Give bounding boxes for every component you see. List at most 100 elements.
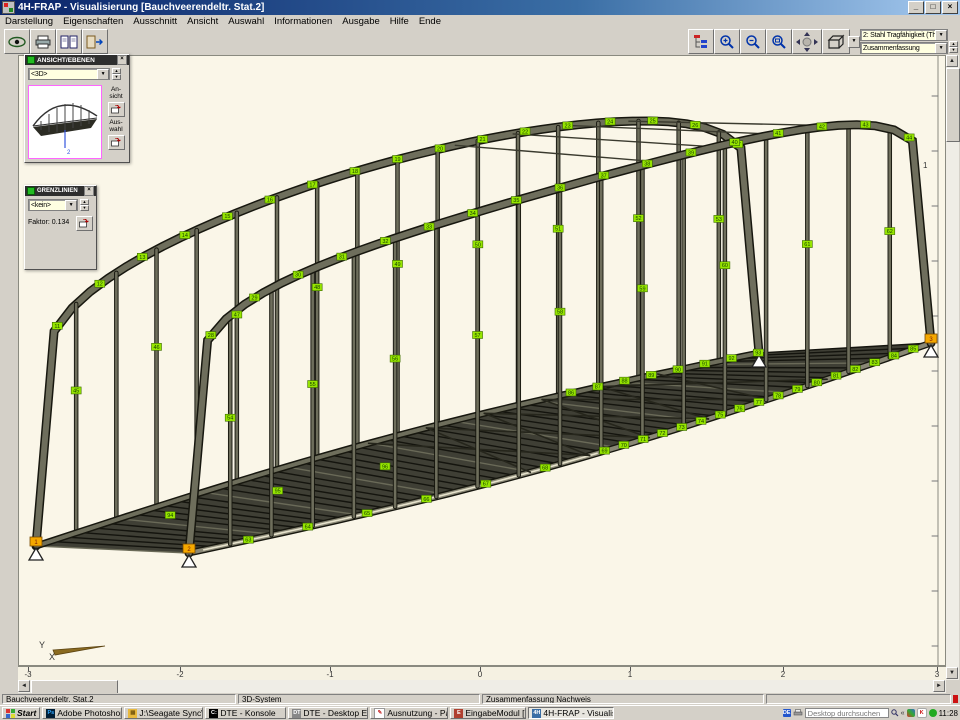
start-button[interactable]: Start (2, 707, 40, 719)
resultview-spinner[interactable]: ▲ ▼ (949, 41, 958, 53)
grenzlinien-combo[interactable]: <kein> ▼ (28, 199, 78, 211)
search-magnifier-icon[interactable] (891, 709, 899, 717)
task-4hfrap-active[interactable]: 4H 4H-FRAP - Visualisier... (528, 707, 614, 719)
svg-text:78: 78 (775, 393, 781, 399)
resultview-combo-value: Zusammenfassung (863, 45, 920, 52)
svg-text:68: 68 (542, 466, 548, 472)
task-paint[interactable]: ✎ Ausnutzung - Paint (370, 707, 448, 719)
loadcase-combo[interactable]: 2: Stahl Tragfähigkeit (Th. 2. O ▼ (860, 29, 948, 41)
tray-app-icon[interactable] (907, 709, 915, 717)
vscroll-thumb[interactable] (946, 68, 960, 142)
tray-printer-icon[interactable] (793, 709, 803, 717)
auswahl-label: Aus- wahl (105, 119, 127, 133)
member-label: 22 (520, 128, 530, 136)
vertical-scrollbar[interactable]: ▲ ▼ (946, 55, 959, 680)
view-plane-combo-arrow[interactable]: ▼ (97, 69, 109, 80)
console-icon: C: (209, 709, 218, 718)
member-label: 88 (620, 377, 630, 385)
keyboard-layout-icon[interactable]: DE (783, 709, 791, 717)
frap-icon: 4H (532, 709, 541, 718)
svg-text:94: 94 (167, 513, 173, 519)
hscroll-thumb[interactable] (31, 680, 118, 694)
menu-ausgabe[interactable]: Ausgabe (337, 16, 385, 27)
close-button[interactable]: × (942, 1, 958, 14)
resultview-combo-arrow[interactable]: ▼ (935, 43, 947, 54)
view-plane-spinner[interactable]: ▲ ▼ (112, 68, 121, 80)
menu-informationen[interactable]: Informationen (269, 16, 337, 27)
view-plane-combo[interactable]: <3D> ▼ (28, 68, 110, 80)
tray-green-icon[interactable] (929, 709, 937, 717)
menu-ausschnitt[interactable]: Ausschnitt (128, 16, 182, 27)
visualization-canvas[interactable]: 1111213141516171819202122232425262728293… (18, 55, 946, 666)
eye-icon (8, 35, 26, 49)
tray-collapse-chevron[interactable]: « (901, 710, 905, 717)
task-eingabemodul[interactable]: E EingabeModul [Bauchvee... (450, 707, 526, 719)
pan-cross-icon (796, 32, 818, 52)
horizontal-scrollbar[interactable]: ◄ ► (18, 680, 946, 693)
grenzlinien-combo-arrow[interactable]: ▼ (65, 200, 77, 211)
exit-button[interactable] (82, 29, 108, 54)
scroll-down-icon[interactable]: ▼ (946, 667, 958, 679)
panel-grenzlinien-close-icon[interactable]: × (84, 186, 94, 196)
member-label: 28 (206, 332, 216, 340)
spinner-down-icon[interactable]: ▼ (949, 47, 958, 53)
task-photoshop[interactable]: Ps Adobe Photoshop CS3 E... (42, 707, 122, 719)
svg-text:40: 40 (732, 140, 738, 146)
zoom-window-button[interactable] (766, 29, 792, 54)
eingabe-icon: E (454, 709, 463, 718)
zoom-out-button[interactable] (740, 29, 766, 54)
task-folder[interactable]: ▦ J:\Seagate Sync\SyncRe... (124, 707, 203, 719)
member-label: 76 (735, 405, 745, 413)
faktor-apply-button[interactable] (76, 216, 93, 231)
svg-text:89: 89 (648, 373, 654, 379)
member-label: 79 (792, 385, 802, 393)
menu-darstellung[interactable]: Darstellung (0, 16, 58, 27)
maximize-button[interactable]: □ (925, 1, 941, 14)
member-label: 20 (435, 145, 445, 153)
result-tree-button[interactable] (688, 29, 714, 54)
task-console[interactable]: C: DTE - Konsole (205, 707, 286, 719)
loadcase-combo-arrow[interactable]: ▼ (935, 30, 947, 41)
menu-eigenschaften[interactable]: Eigenschaften (58, 16, 128, 27)
menu-hilfe[interactable]: Hilfe (385, 16, 414, 27)
svg-text:18: 18 (352, 169, 358, 175)
view-preview-thumbnail[interactable]: 2 (28, 85, 102, 159)
view-3d-button[interactable] (822, 29, 850, 54)
svg-text:13: 13 (139, 255, 145, 261)
member-label: 50 (473, 241, 483, 249)
view-3d-dropdown[interactable]: ▼ (848, 36, 860, 48)
ruler-label: -1 (326, 670, 333, 679)
menu-ansicht[interactable]: Ansicht (182, 16, 223, 27)
task-dte[interactable]: DT DTE - Desktop Engineeri... (288, 707, 368, 719)
menu-auswahl[interactable]: Auswahl (223, 16, 269, 27)
status-document: Bauchveerendeltr. Stat.2 (2, 694, 236, 704)
panel-grenzlinien-titlebar[interactable]: GRENZLINIEN × (25, 186, 96, 196)
panel-ansicht-close-icon[interactable]: × (117, 55, 127, 65)
tray-k-icon[interactable]: K (917, 708, 927, 718)
view-options-button[interactable] (4, 29, 30, 54)
preview-bridge-icon: 2 (29, 86, 101, 158)
scroll-up-icon[interactable]: ▲ (946, 55, 958, 67)
desktop-search-input[interactable]: Desktop durchsuchen (805, 708, 889, 718)
zoom-in-button[interactable] (714, 29, 740, 54)
auswahl-apply-button[interactable] (108, 135, 125, 150)
member-label: 23 (563, 122, 573, 130)
menu-ende[interactable]: Ende (414, 16, 446, 27)
member-label: 48 (312, 284, 322, 292)
scroll-right-icon[interactable]: ► (933, 680, 945, 692)
member-label: 40 (730, 139, 740, 147)
spinner-down-icon[interactable]: ▼ (80, 205, 89, 211)
resultview-combo[interactable]: Zusammenfassung ▼ (860, 42, 948, 54)
pan-button[interactable] (792, 29, 822, 54)
pages-button[interactable] (56, 29, 82, 54)
grenzlinien-spinner[interactable]: ▲ ▼ (80, 199, 89, 211)
minimize-button[interactable]: _ (908, 1, 924, 14)
svg-text:71: 71 (640, 437, 646, 443)
zoom-out-icon (745, 34, 761, 50)
ansicht-apply-button[interactable] (108, 102, 125, 117)
print-button[interactable] (30, 29, 56, 54)
spinner-down-icon[interactable]: ▼ (112, 74, 121, 80)
scroll-left-icon[interactable]: ◄ (18, 680, 30, 692)
svg-text:14: 14 (182, 233, 188, 239)
panel-ansicht-titlebar[interactable]: ANSICHT/EBENEN × (25, 55, 129, 65)
